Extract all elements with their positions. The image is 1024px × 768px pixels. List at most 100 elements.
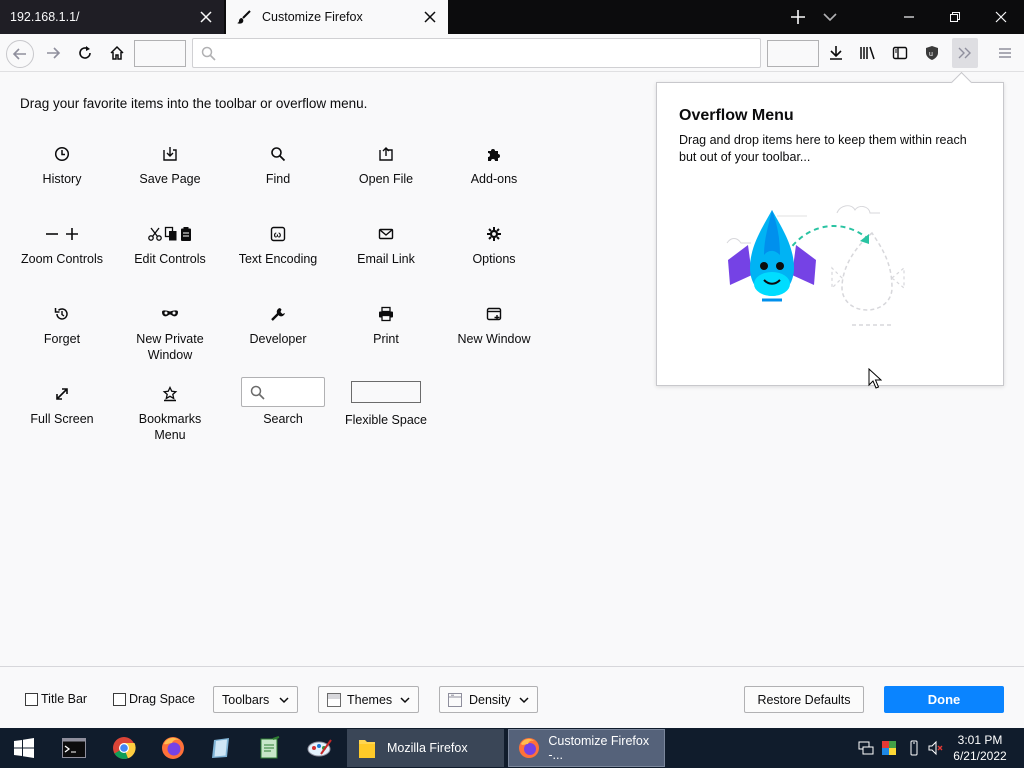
home-button[interactable] xyxy=(107,43,127,63)
palette-new-private-window[interactable]: New Private Window xyxy=(116,305,224,363)
close-window-button[interactable] xyxy=(978,0,1024,34)
palette-edit-controls[interactable]: Edit Controls xyxy=(116,225,224,267)
forward-button[interactable] xyxy=(43,43,63,63)
overflow-description: Drag and drop items here to keep them wi… xyxy=(679,133,967,164)
taskbar-app[interactable] xyxy=(207,734,235,762)
palette-addons[interactable]: Add-ons xyxy=(440,145,548,187)
back-button[interactable] xyxy=(6,40,34,68)
close-tab-icon[interactable] xyxy=(422,9,438,25)
taskbar-terminal[interactable] xyxy=(60,734,88,762)
taskbar-chrome[interactable] xyxy=(110,734,138,762)
svg-text:ω: ω xyxy=(274,230,282,240)
palette-flexible-space[interactable]: Flexible Space xyxy=(332,377,440,428)
paste-icon xyxy=(181,227,191,241)
system-clock[interactable]: 3:01 PM 6/21/2022 xyxy=(948,732,1012,764)
toolbar-spacer[interactable] xyxy=(134,40,186,67)
palette-label: Window xyxy=(147,348,193,362)
taskbar-task-mozilla-firefox[interactable]: Mozilla Firefox xyxy=(347,729,504,767)
private-mask-icon xyxy=(162,310,178,317)
puzzle-icon xyxy=(488,149,500,161)
palette-label: Forget xyxy=(43,332,81,346)
volume-muted-icon[interactable] xyxy=(928,740,944,756)
overflow-menu-button[interactable] xyxy=(952,38,978,68)
search-box-preview xyxy=(241,377,325,407)
palette-bookmarks-menu[interactable]: Bookmarks Menu xyxy=(116,385,224,443)
printer-icon xyxy=(379,306,393,322)
palette-label: Zoom Controls xyxy=(21,252,103,266)
palette-label: Menu xyxy=(154,428,186,442)
taskbar-notepad[interactable] xyxy=(256,734,284,762)
palette-options[interactable]: Options xyxy=(440,225,548,267)
url-bar[interactable] xyxy=(192,38,761,68)
reload-icon xyxy=(79,46,91,59)
taskbar-paint[interactable] xyxy=(306,734,334,762)
start-button[interactable] xyxy=(10,734,38,762)
sidebar-button[interactable] xyxy=(890,43,910,63)
palette-label: Save Page xyxy=(139,172,201,186)
palette-label: Bookmarks xyxy=(138,412,202,426)
gear-icon xyxy=(487,227,501,241)
dropdown-label: Toolbars xyxy=(222,692,270,707)
chevron-down-icon xyxy=(279,697,289,704)
toolbars-dropdown[interactable]: Toolbars xyxy=(213,686,298,713)
checkbox[interactable] xyxy=(25,692,38,706)
downloads-button[interactable] xyxy=(826,43,846,63)
palette-forget[interactable]: Forget xyxy=(8,305,116,347)
taskbar-task-customize-firefox[interactable]: Customize Firefox -... xyxy=(508,729,665,767)
done-button[interactable]: Done xyxy=(884,686,1004,713)
density-dropdown[interactable]: Density xyxy=(439,686,538,713)
close-tab-icon[interactable] xyxy=(198,9,214,25)
mouse-cursor-icon xyxy=(868,368,882,389)
color-app-icon[interactable] xyxy=(881,740,897,756)
wrench-icon xyxy=(271,308,285,321)
dropdown-label: Themes xyxy=(347,692,393,707)
list-all-tabs-icon[interactable] xyxy=(820,7,840,27)
palette-full-screen[interactable]: Full Screen xyxy=(8,385,116,427)
restore-button[interactable] xyxy=(932,0,978,34)
palette-find[interactable]: Find xyxy=(224,145,332,187)
palette-print[interactable]: Print xyxy=(332,305,440,347)
chevron-down-icon xyxy=(400,697,410,704)
chevron-down-icon xyxy=(519,697,529,704)
folder-icon xyxy=(359,740,375,758)
usb-device-icon[interactable] xyxy=(906,740,922,756)
palette-new-window[interactable]: New Window xyxy=(440,305,548,347)
reload-button[interactable] xyxy=(75,43,95,63)
palette-email-link[interactable]: Email Link xyxy=(332,225,440,267)
restore-defaults-button[interactable]: Restore Defaults xyxy=(744,686,864,713)
chevron-double-right-icon xyxy=(958,47,971,59)
palette-search[interactable]: Search xyxy=(229,377,337,427)
minimize-button[interactable] xyxy=(886,0,932,34)
palette-label: Text Encoding xyxy=(238,252,318,266)
tab-customize-firefox[interactable]: Customize Firefox xyxy=(226,0,448,34)
palette-history[interactable]: History xyxy=(8,145,116,187)
taskbar-firefox[interactable] xyxy=(159,734,187,762)
drag-space-checkbox[interactable]: Drag Space xyxy=(113,692,195,706)
menu-button[interactable] xyxy=(995,43,1015,63)
theme-swatch-icon xyxy=(327,692,341,707)
palette-label: Developer xyxy=(249,332,307,346)
palette-zoom-controls[interactable]: Zoom Controls xyxy=(8,225,116,267)
ublock-button[interactable]: u xyxy=(922,43,942,63)
toolbar-spacer[interactable] xyxy=(767,40,819,67)
themes-dropdown[interactable]: Themes xyxy=(318,686,419,713)
palette-save-page[interactable]: Save Page xyxy=(116,145,224,187)
tab-router[interactable]: 192.168.1.1/ xyxy=(0,0,224,34)
palette-developer[interactable]: Developer xyxy=(224,305,332,347)
palette-label: Search xyxy=(263,412,303,426)
customize-footer: Title Bar Drag Space Toolbars Themes Den… xyxy=(0,666,1024,728)
palette-text-encoding[interactable]: ω Text Encoding xyxy=(224,225,332,267)
svg-text:u: u xyxy=(929,51,933,58)
palette-label: Edit Controls xyxy=(134,252,206,266)
network-icon[interactable] xyxy=(858,740,874,756)
title-bar-checkbox[interactable]: Title Bar xyxy=(25,692,87,706)
new-tab-icon[interactable] xyxy=(788,7,808,27)
restore-icon xyxy=(950,12,960,22)
task-label: Customize Firefox -... xyxy=(548,734,650,762)
search-icon xyxy=(271,147,286,162)
checkbox[interactable] xyxy=(113,692,126,706)
library-button[interactable] xyxy=(858,43,878,63)
palette-open-file[interactable]: Open File xyxy=(332,145,440,187)
windows-taskbar: Mozilla Firefox Customize Firefox -... 3… xyxy=(0,728,1024,768)
shield-icon: u xyxy=(926,46,938,60)
